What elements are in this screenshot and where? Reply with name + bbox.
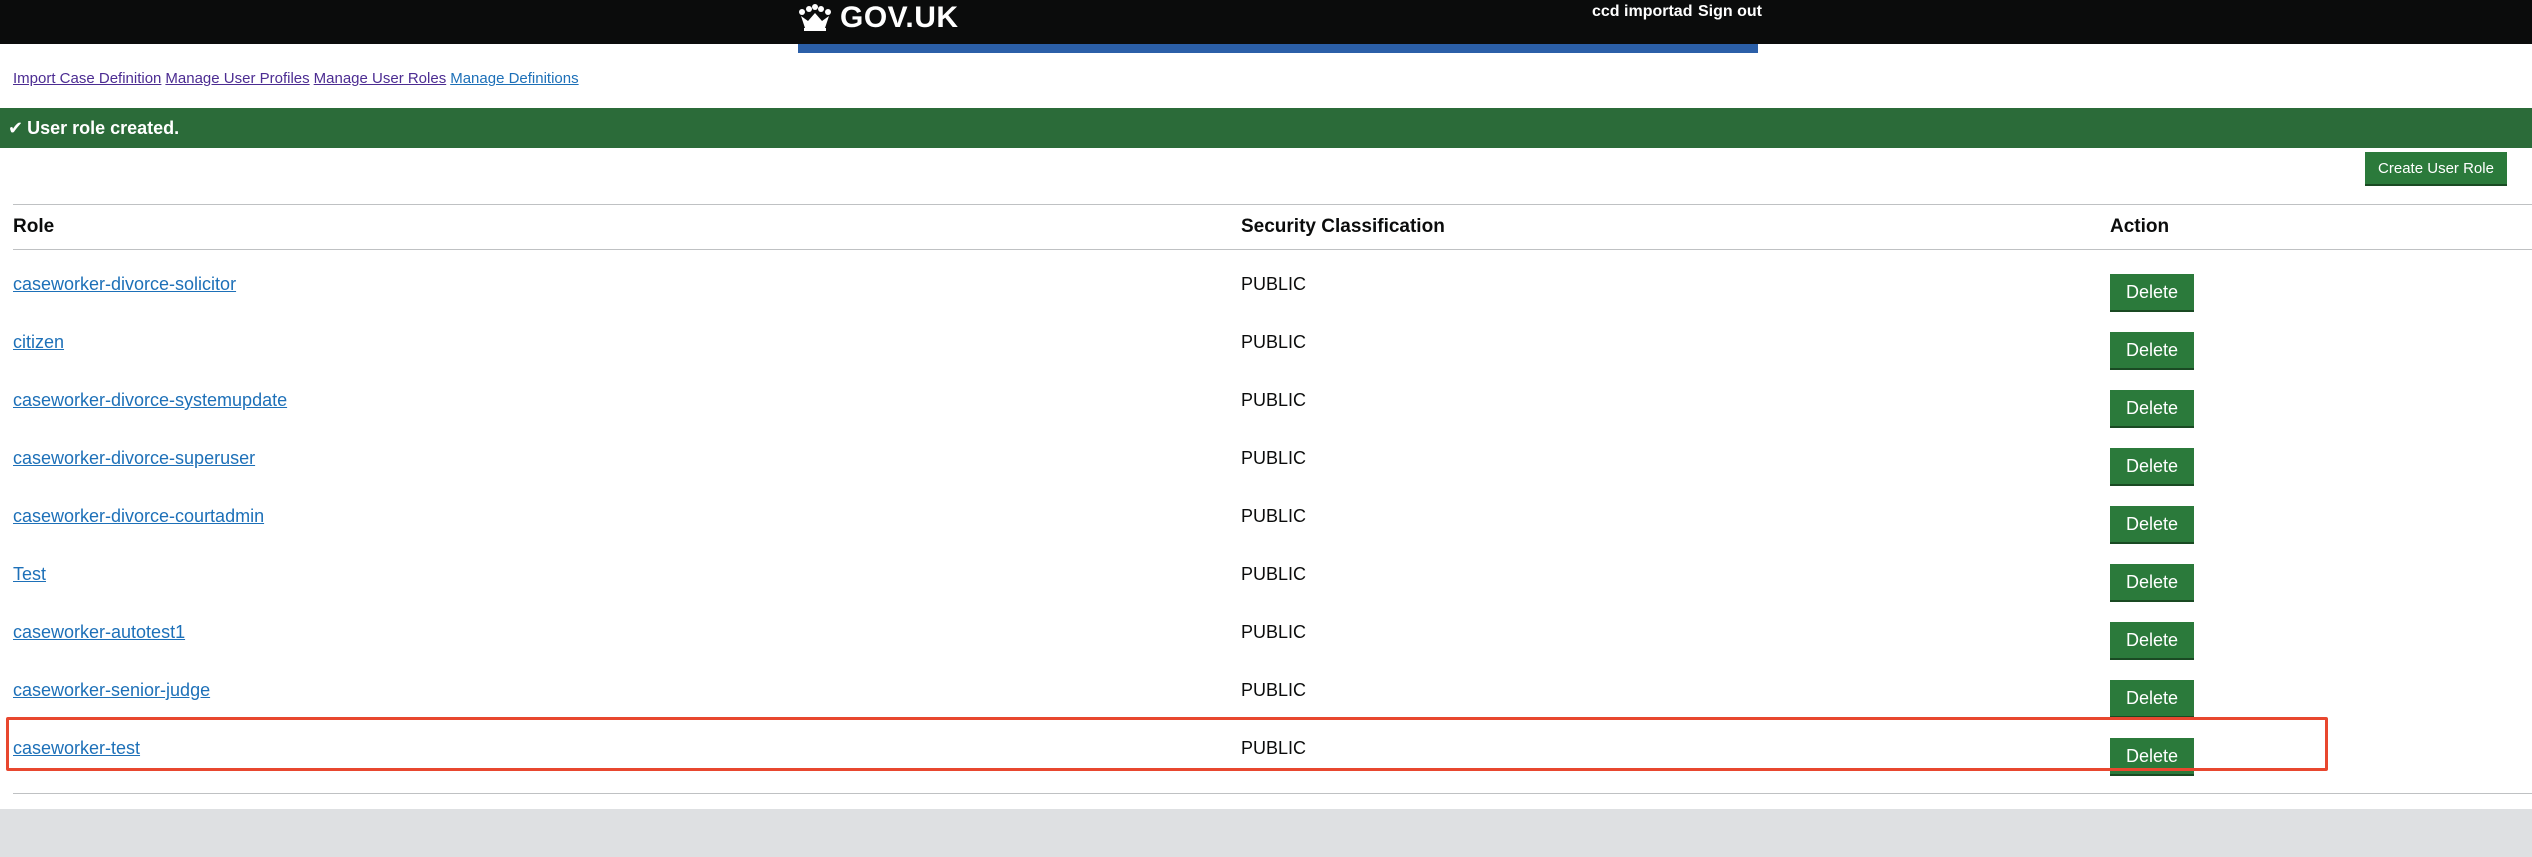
role-link[interactable]: caseworker-senior-judge	[13, 680, 210, 701]
role-link[interactable]: caseworker-divorce-courtadmin	[13, 506, 264, 527]
table-row: caseworker-divorce-systemupdate PUBLIC D…	[0, 378, 2532, 436]
delete-button[interactable]: Delete	[2110, 332, 2194, 368]
success-banner: ✔ User role created.	[0, 108, 2532, 148]
table-row: citizen PUBLIC Delete	[0, 320, 2532, 378]
delete-button[interactable]: Delete	[2110, 738, 2194, 774]
table-header-divider	[13, 249, 2532, 250]
security-classification: PUBLIC	[1241, 506, 1307, 526]
table-bottom-divider	[13, 793, 2532, 794]
delete-button[interactable]: Delete	[2110, 506, 2194, 542]
crown-icon	[799, 4, 831, 31]
security-classification: PUBLIC	[1241, 622, 1307, 642]
nav-manage-definitions[interactable]: Manage Definitions	[450, 70, 578, 87]
security-classification: PUBLIC	[1241, 564, 1307, 584]
delete-button[interactable]: Delete	[2110, 622, 2194, 658]
delete-button[interactable]: Delete	[2110, 448, 2194, 484]
govuk-logo[interactable]: GOV.UK	[798, 0, 959, 36]
column-header-action: Action	[2110, 216, 2170, 237]
delete-button[interactable]: Delete	[2110, 680, 2194, 716]
table-row: Test PUBLIC Delete	[0, 552, 2532, 610]
role-link[interactable]: caseworker-divorce-systemupdate	[13, 390, 287, 411]
site-footer	[0, 809, 2532, 857]
security-classification: PUBLIC	[1241, 738, 1307, 758]
banner-message: User role created.	[27, 117, 180, 138]
table-row: caseworker-senior-judge PUBLIC Delete	[0, 668, 2532, 726]
table-row: caseworker-divorce-superuser PUBLIC Dele…	[0, 436, 2532, 494]
create-user-role-button[interactable]: Create User Role	[2365, 152, 2507, 184]
column-header-role: Role	[13, 216, 55, 237]
table-row: caseworker-test PUBLIC Delete	[0, 726, 2532, 784]
table-row: caseworker-divorce-courtadmin PUBLIC Del…	[0, 494, 2532, 552]
role-link[interactable]: caseworker-autotest1	[13, 622, 185, 643]
column-header-security-classification: Security Classification	[1241, 216, 1445, 237]
security-classification: PUBLIC	[1241, 390, 1307, 410]
logo-text: GOV.UK	[840, 1, 959, 34]
nav-manage-user-roles[interactable]: Manage User Roles	[314, 70, 447, 87]
security-classification: PUBLIC	[1241, 448, 1307, 468]
delete-button[interactable]: Delete	[2110, 390, 2194, 426]
admin-nav: Import Case Definition Manage User Profil…	[13, 70, 583, 87]
role-link[interactable]: caseworker-divorce-solicitor	[13, 274, 236, 295]
nav-manage-user-profiles[interactable]: Manage User Profiles	[165, 70, 309, 87]
delete-button[interactable]: Delete	[2110, 274, 2194, 310]
role-link[interactable]: caseworker-test	[13, 738, 140, 759]
nav-import-case-definition[interactable]: Import Case Definition	[13, 70, 161, 87]
role-link[interactable]: caseworker-divorce-superuser	[13, 448, 255, 469]
role-link[interactable]: citizen	[13, 332, 64, 353]
security-classification: PUBLIC	[1241, 274, 1307, 294]
delete-button[interactable]: Delete	[2110, 564, 2194, 600]
sign-out-link[interactable]: Sign out	[1698, 3, 1762, 21]
user-name: ccd importad	[1592, 3, 1693, 20]
table-top-divider	[13, 204, 2532, 205]
table-row: caseworker-autotest1 PUBLIC Delete	[0, 610, 2532, 668]
check-icon: ✔	[8, 117, 24, 138]
site-header: GOV.UK ccd importad Sign out	[0, 0, 2532, 44]
role-link[interactable]: Test	[13, 564, 46, 585]
table-row: caseworker-divorce-solicitor PUBLIC Dele…	[0, 262, 2532, 320]
security-classification: PUBLIC	[1241, 332, 1307, 352]
security-classification: PUBLIC	[1241, 680, 1307, 700]
brand-bar	[798, 44, 1758, 53]
